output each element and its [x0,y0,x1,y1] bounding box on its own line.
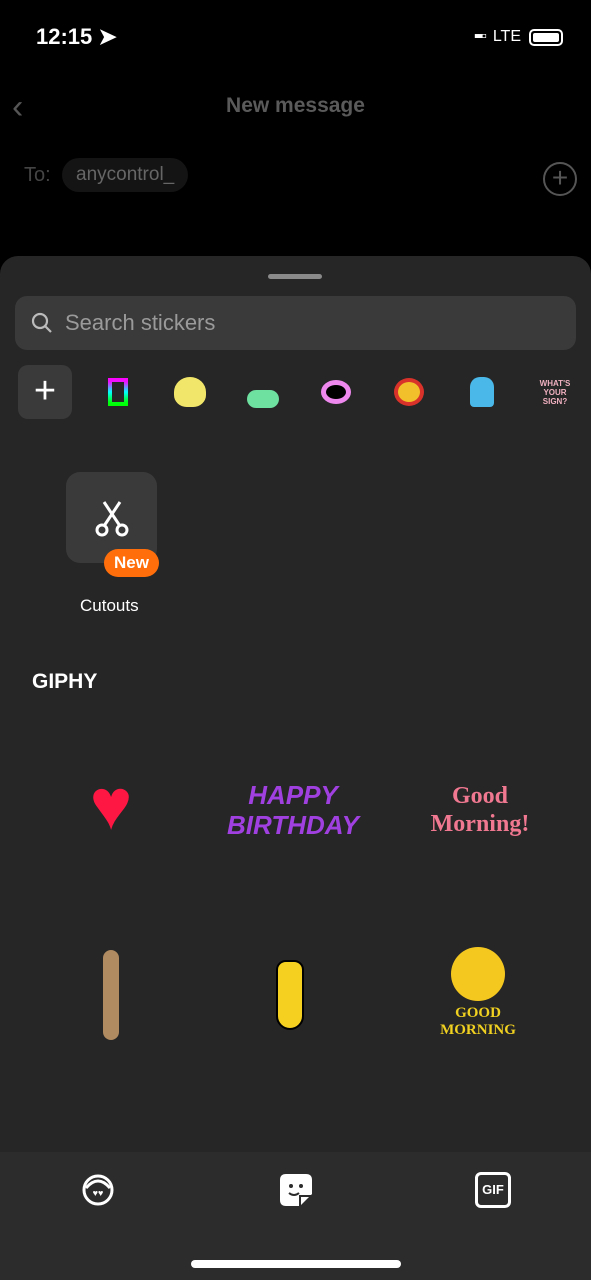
recipient-chip[interactable]: anycontrol_ [62,158,189,192]
pack-green-cloud[interactable] [243,372,283,412]
section-title: GIPHY [32,670,98,693]
tab-gif[interactable]: GIF [475,1172,511,1208]
sticker-happy-birthday[interactable]: HAPPY BIRTHDAY [218,760,368,860]
sticker-good-morning-hearts[interactable]: Good Morning! [430,760,530,860]
scissors-icon [95,500,128,536]
sticker-dancing-dog[interactable] [96,945,126,1045]
tab-stickers[interactable] [278,1172,314,1208]
sticker-good-morning-sun[interactable]: GOOD MORNING [420,940,536,1046]
pack-giphy[interactable] [98,372,138,412]
pack-pink-lips[interactable] [316,372,356,412]
gif-icon: GIF [482,1182,504,1197]
pack-blue-creature[interactable] [462,372,502,412]
pack-wow-badge[interactable] [389,372,429,412]
pack-yellow-skull[interactable] [170,372,210,412]
to-label: To: [24,164,51,186]
sticker-red-heart[interactable]: ♥ [66,760,156,850]
svg-text:♥♥: ♥♥ [93,1188,104,1198]
page-title: New message [226,94,365,117]
search-icon [31,312,52,333]
status-indicators: ▪▪▫ LTE [474,28,563,46]
tab-avatar[interactable]: ♥♥ [80,1172,116,1208]
new-badge: New [104,549,159,577]
add-sticker-pack-button[interactable]: + [18,365,72,419]
search-stickers-input[interactable]: Search stickers [15,296,576,350]
sticker-icon [280,1174,312,1206]
sheet-grabber[interactable] [268,274,322,279]
home-indicator [191,1260,401,1268]
avatar-icon: ♥♥ [82,1174,114,1206]
location-icon: ➤ [98,24,117,49]
status-time: 12:15 ➤ [36,24,117,49]
signal-icon: ▪▪▫ [473,28,487,45]
sticker-dancing-banana[interactable] [255,950,325,1040]
add-recipient-button[interactable]: + [543,162,577,196]
network-label: LTE [492,28,521,45]
battery-icon [529,28,563,46]
cutouts-label: Cutouts [80,596,139,615]
pack-whats-your-sign[interactable]: WHAT'S YOUR SIGN? [535,372,575,412]
